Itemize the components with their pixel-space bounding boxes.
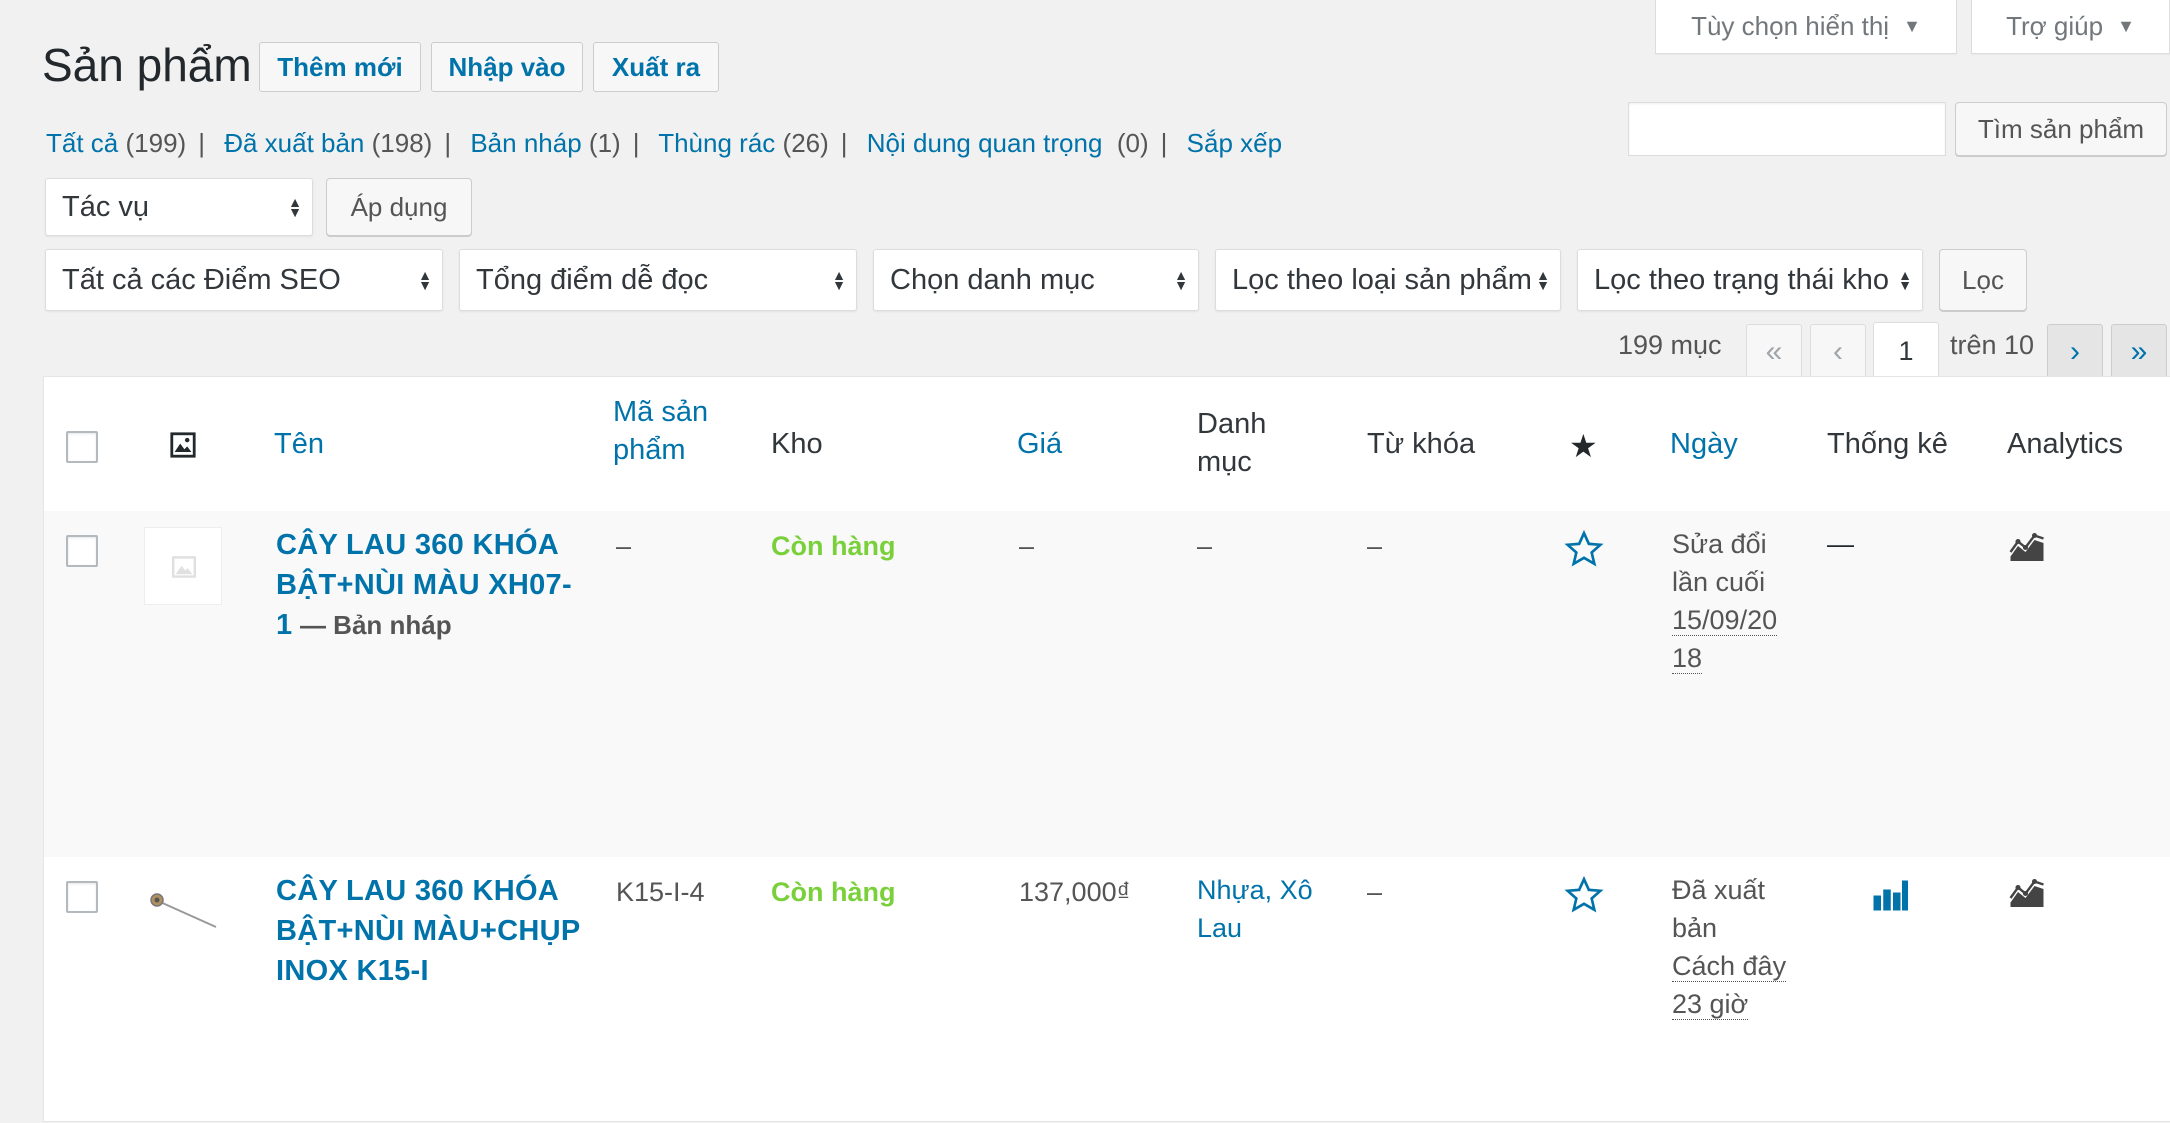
row-checkbox[interactable] xyxy=(66,535,98,567)
filter-button[interactable]: Lọc xyxy=(1939,249,2027,311)
status-views: Tất cả (199) | Đã xuất bản (198) | Bản nhá… xyxy=(46,128,1283,158)
product-name[interactable]: CÂY LAU 360 KHÓA BẬT+NÙI MÀU XH07- 1 — B… xyxy=(276,525,596,645)
table-row: CÂY LAU 360 KHÓA BẬT+NÙI MÀU+CHỤP INOX K… xyxy=(44,857,2170,1123)
select-all-checkbox[interactable] xyxy=(66,431,98,463)
image-placeholder-icon xyxy=(172,556,196,578)
product-price: – xyxy=(1019,531,1035,561)
caret-down-icon: ▼ xyxy=(2117,16,2135,36)
column-category: Danh mục xyxy=(1197,408,1267,478)
column-sku[interactable]: Mã sản phẩm xyxy=(613,393,708,469)
column-stock: Kho xyxy=(771,428,823,460)
select-arrows-icon: ▲ ▼ xyxy=(418,267,432,293)
help-button[interactable]: Trợ giúp ▼ xyxy=(1971,0,2170,54)
product-thumbnail-placeholder[interactable] xyxy=(144,527,222,605)
select-arrows-icon: ▲ ▼ xyxy=(832,267,846,293)
prev-page-button: ‹ xyxy=(1810,324,1866,380)
stock-status: Còn hàng xyxy=(771,531,896,561)
row-checkbox[interactable] xyxy=(66,881,98,913)
product-stats: — xyxy=(1827,529,1854,559)
column-name[interactable]: Tên xyxy=(274,425,324,463)
column-date[interactable]: Ngày xyxy=(1670,425,1738,463)
image-icon xyxy=(170,432,196,458)
analytics-chart-icon[interactable] xyxy=(2009,529,2045,563)
product-category: – xyxy=(1197,531,1213,561)
view-sorting[interactable]: Sắp xếp xyxy=(1187,128,1282,158)
screen-options-label: Tùy chọn hiển thị xyxy=(1691,11,1890,41)
page-title: Sản phẩm xyxy=(42,39,252,91)
caret-down-icon: ▼ xyxy=(1903,16,1921,36)
search-input[interactable] xyxy=(1628,102,1946,156)
table-row: CÂY LAU 360 KHÓA BẬT+NÙI MÀU XH07- 1 — B… xyxy=(44,511,2170,857)
select-arrows-icon: ▲ ▼ xyxy=(288,194,302,220)
product-type-filter[interactable]: Lọc theo loại sản phẩm ▲ ▼ xyxy=(1215,249,1561,311)
column-tags: Từ khóa xyxy=(1367,428,1476,460)
product-price: 137,000₫ xyxy=(1019,877,1131,907)
product-tags: – xyxy=(1367,531,1383,561)
add-new-button[interactable]: Thêm mới xyxy=(259,42,421,92)
view-draft[interactable]: Bản nháp (1) xyxy=(470,128,620,158)
column-analytics: Analytics xyxy=(2007,428,2124,460)
current-page-input[interactable]: 1 xyxy=(1873,322,1939,380)
draft-badge: — Bản nháp xyxy=(299,610,452,640)
help-label: Trợ giúp xyxy=(2006,11,2104,41)
import-button[interactable]: Nhập vào xyxy=(431,42,583,92)
product-date: Sửa đổi lần cuối 15/09/20 18 xyxy=(1672,529,1778,674)
bulk-action-select[interactable]: Tác vụ ▲ ▼ xyxy=(45,178,313,236)
product-tags: – xyxy=(1367,877,1383,907)
product-name[interactable]: CÂY LAU 360 KHÓA BẬT+NÙI MÀU+CHỤP INOX K… xyxy=(276,871,616,991)
select-arrows-icon: ▲ ▼ xyxy=(1174,267,1188,293)
featured-star-icon[interactable]: ★ xyxy=(1569,427,1598,465)
product-sku: – xyxy=(616,531,632,561)
export-button[interactable]: Xuất ra xyxy=(593,42,719,92)
search-products-button[interactable]: Tìm sản phẩm xyxy=(1955,102,2167,156)
category-filter[interactable]: Chọn danh mục ▲ ▼ xyxy=(873,249,1199,311)
next-page-button[interactable]: › xyxy=(2047,324,2103,380)
product-category: Nhựa, Xô Lau xyxy=(1197,871,1313,947)
readability-filter[interactable]: Tổng điểm dễ đọc ▲ ▼ xyxy=(459,249,857,311)
category-link[interactable]: Lau xyxy=(1197,909,1313,947)
select-arrows-icon: ▲ ▼ xyxy=(1898,267,1912,293)
stock-status-filter[interactable]: Lọc theo trạng thái kho ▲ ▼ xyxy=(1577,249,1923,311)
product-sku: K15-I-4 xyxy=(616,877,705,907)
first-page-button: « xyxy=(1746,324,1802,380)
products-table: Tên Mã sản phẩm Kho Giá Danh mục Từ khóa… xyxy=(43,376,2170,1122)
screen-options-button[interactable]: Tùy chọn hiển thị ▼ xyxy=(1655,0,1957,54)
items-count: 199 mục xyxy=(1618,330,1722,360)
product-date: Đã xuất bản Cách đây 23 giờ xyxy=(1672,875,1787,1020)
view-published[interactable]: Đã xuất bản (198) xyxy=(224,128,432,158)
view-trash[interactable]: Thùng rác (26) xyxy=(658,128,829,158)
apply-button[interactable]: Áp dụng xyxy=(326,178,472,236)
star-outline-icon[interactable] xyxy=(1564,529,1604,569)
column-price[interactable]: Giá xyxy=(1017,425,1062,463)
seo-score-filter[interactable]: Tất cả các Điểm SEO ▲ ▼ xyxy=(45,249,443,311)
star-outline-icon[interactable] xyxy=(1564,875,1604,915)
total-pages: trên 10 xyxy=(1950,330,2035,360)
view-all[interactable]: Tất cả (199) xyxy=(46,128,186,158)
analytics-chart-icon[interactable] xyxy=(2009,875,2045,909)
category-link[interactable]: Nhựa, Xô xyxy=(1197,871,1313,909)
table-header: Tên Mã sản phẩm Kho Giá Danh mục Từ khóa… xyxy=(44,377,2170,512)
last-page-button[interactable]: » xyxy=(2111,324,2167,380)
stats-bar-icon[interactable] xyxy=(1872,877,1908,911)
view-featured[interactable]: Nội dung quan trọng (0) xyxy=(867,128,1149,158)
select-arrows-icon: ▲ ▼ xyxy=(1536,267,1550,293)
product-thumbnail[interactable] xyxy=(144,873,222,951)
column-stats: Thống kê xyxy=(1827,428,1948,460)
stock-status: Còn hàng xyxy=(771,877,896,907)
